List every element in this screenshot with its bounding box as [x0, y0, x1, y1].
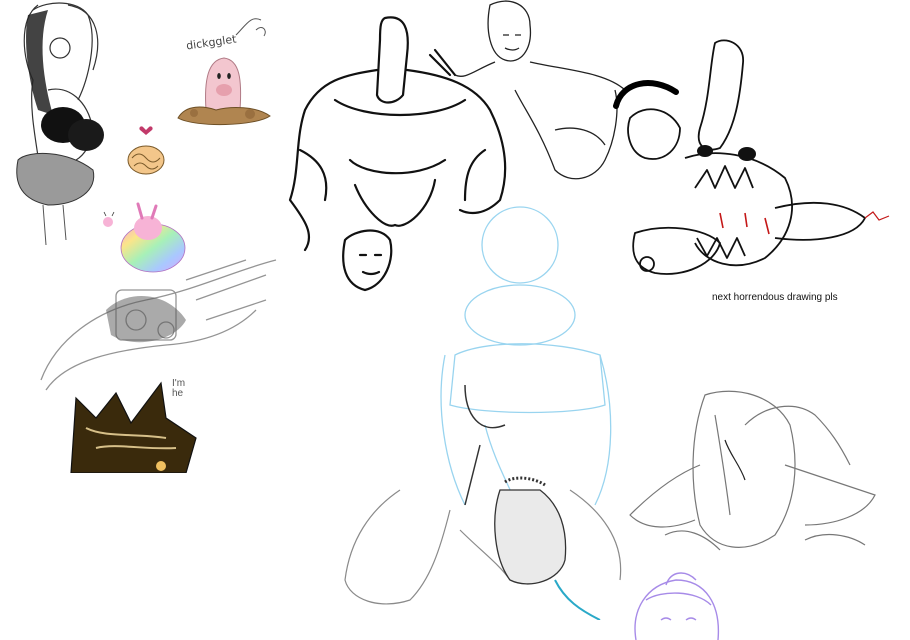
pink-creature-in-dirt [177, 18, 271, 125]
brain-doodle [127, 126, 165, 175]
drawing-canvas[interactable]: dickgglet next horrendous drawing pls I'… [0, 0, 910, 640]
grey-outline-legs [344, 476, 622, 620]
horror-creature-sketch [627, 39, 890, 275]
man-hand-on-shoulder-sketch [455, 0, 626, 180]
purple-girl-sketch [634, 572, 720, 640]
caption-text: next horrendous drawing pls [712, 292, 838, 303]
grey-crab-creature-sketch [629, 390, 876, 551]
dark-crown-shape [70, 381, 197, 473]
